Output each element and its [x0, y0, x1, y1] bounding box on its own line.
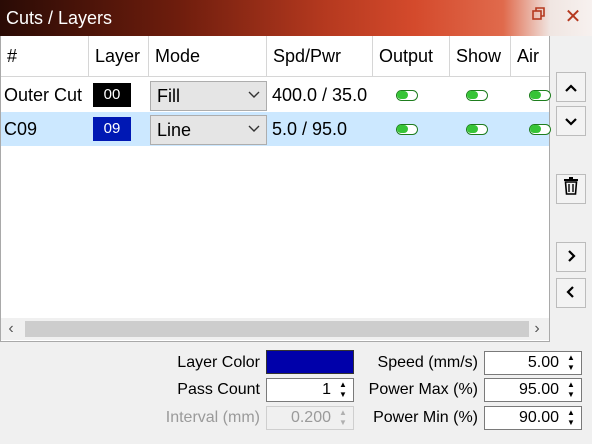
horizontal-scrollbar[interactable]: ‹ › [1, 318, 549, 340]
chevron-down-icon [248, 91, 260, 98]
chevron-right-icon [568, 250, 576, 262]
mode-value: Fill [157, 86, 180, 106]
power-max-value: 95.00 [518, 381, 559, 398]
row-name: Outer Cut [4, 85, 83, 105]
speed-value: 5.00 [527, 354, 559, 371]
air-toggle[interactable] [529, 124, 551, 135]
air-toggle[interactable] [529, 90, 551, 101]
column-header-air[interactable]: Air [511, 36, 549, 76]
show-toggle[interactable] [466, 90, 488, 101]
mode-dropdown[interactable]: Fill [150, 81, 267, 111]
output-toggle[interactable] [396, 124, 418, 135]
power-min-value: 90.00 [518, 409, 559, 426]
layers-table: # Layer Mode Spd/Pwr Output Show Air Out… [0, 36, 551, 342]
column-header-number[interactable]: # [1, 36, 89, 76]
output-toggle[interactable] [396, 90, 418, 101]
power-max-label: Power Max (%) [368, 381, 478, 398]
title-bar: Cuts / Layers ✕ [0, 0, 592, 36]
mode-value: Line [157, 120, 192, 140]
interval-label: Interval (mm) [165, 409, 260, 426]
column-header-mode[interactable]: Mode [149, 36, 267, 76]
move-up-button[interactable] [556, 72, 586, 102]
spd-pwr-value: 5.0 / 95.0 [272, 119, 348, 139]
column-header-output[interactable]: Output [373, 36, 450, 76]
spinner-arrows[interactable]: ▲ ▼ [563, 408, 579, 428]
chevron-left-icon [566, 286, 574, 298]
pass-count-label: Pass Count [177, 381, 260, 398]
move-down-button[interactable] [556, 106, 586, 136]
column-header-show[interactable]: Show [450, 36, 511, 76]
spinner-arrows[interactable]: ▲ ▼ [563, 353, 579, 373]
chevron-down-icon [565, 118, 577, 126]
chevron-up-icon [565, 84, 577, 92]
move-right-button[interactable] [556, 242, 586, 272]
table-row[interactable]: C09 09 Line 5.0 / 95.0 [1, 112, 551, 146]
spinner-arrows[interactable]: ▲ ▼ [563, 380, 579, 400]
move-left-button[interactable] [556, 278, 586, 308]
layer-swatch[interactable]: 00 [93, 83, 131, 107]
power-min-label: Power Min (%) [373, 409, 478, 426]
power-max-spinner[interactable]: 95.00 ▲ ▼ [484, 378, 582, 402]
header-divider [1, 76, 549, 77]
layer-settings-panel: Layer Color Pass Count 1 ▲ ▼ Interval (mm… [0, 346, 592, 444]
scrollbar-thumb[interactable] [25, 321, 529, 337]
speed-label: Speed (mm/s) [377, 354, 478, 371]
show-toggle[interactable] [466, 124, 488, 135]
delete-layer-button[interactable] [556, 174, 586, 204]
scroll-right-arrow[interactable]: › [527, 318, 547, 340]
trash-icon [564, 177, 578, 195]
layer-swatch[interactable]: 09 [93, 117, 131, 141]
row-name: C09 [4, 119, 38, 139]
close-icon[interactable]: ✕ [562, 6, 584, 28]
restore-icon[interactable] [528, 6, 550, 28]
power-min-spinner[interactable]: 90.00 ▲ ▼ [484, 406, 582, 430]
table-row[interactable]: Outer Cut 00 Fill 400.0 / 35.0 [1, 78, 551, 112]
pass-count-value: 1 [322, 381, 331, 398]
chevron-down-icon [248, 125, 260, 132]
column-header-layer[interactable]: Layer [89, 36, 149, 76]
column-header-spd-pwr[interactable]: Spd/Pwr [267, 36, 373, 76]
speed-spinner[interactable]: 5.00 ▲ ▼ [484, 351, 582, 375]
mode-dropdown[interactable]: Line [150, 115, 267, 145]
window-title: Cuts / Layers [6, 8, 113, 28]
scroll-left-arrow[interactable]: ‹ [1, 318, 21, 340]
layer-color-label: Layer Color [177, 354, 260, 371]
spd-pwr-value: 400.0 / 35.0 [272, 85, 368, 105]
interval-value: 0.200 [290, 409, 331, 426]
